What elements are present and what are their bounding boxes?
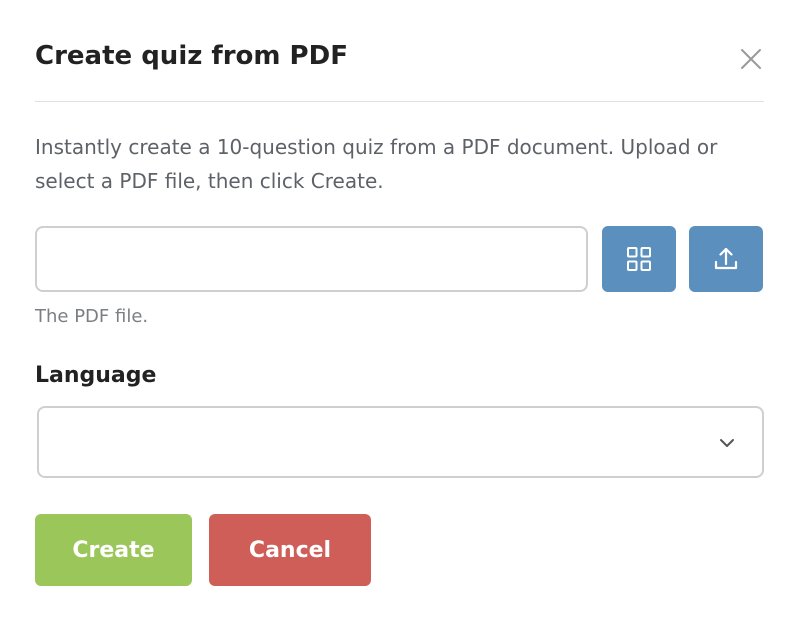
language-select[interactable]: [37, 406, 764, 478]
file-helper-text: The PDF file.: [35, 306, 149, 327]
dialog-title: Create quiz from PDF: [35, 41, 348, 71]
language-label: Language: [35, 363, 157, 388]
grid-icon: [627, 247, 651, 271]
create-button[interactable]: Create: [35, 514, 192, 586]
browse-files-button[interactable]: [602, 226, 676, 292]
cancel-button[interactable]: Cancel: [209, 514, 371, 586]
upload-icon: [714, 247, 738, 270]
header-divider: [35, 101, 764, 102]
close-icon[interactable]: [737, 45, 765, 73]
create-quiz-dialog: Create quiz from PDF Instantly create a …: [0, 0, 800, 622]
pdf-file-input[interactable]: [35, 226, 588, 292]
chevron-down-icon: [720, 439, 734, 447]
upload-file-button[interactable]: [689, 226, 763, 292]
dialog-description: Instantly create a 10-question quiz from…: [35, 135, 718, 193]
